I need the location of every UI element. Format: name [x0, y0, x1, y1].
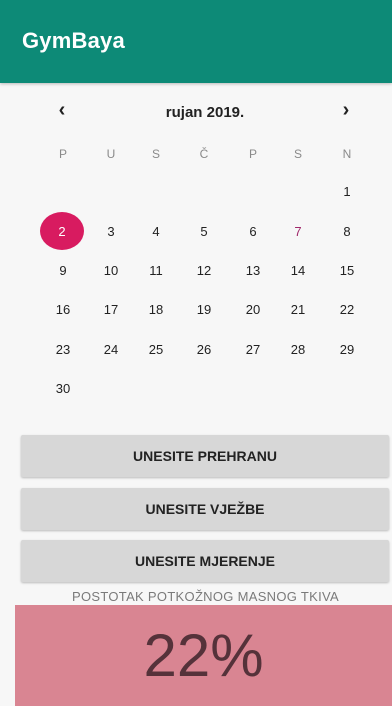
weekday-label: P	[248, 147, 257, 161]
calendar-day[interactable]: 16	[43, 302, 83, 317]
calendar-day[interactable]: 11	[136, 263, 176, 278]
enter-exercise-button[interactable]: UNESITE VJEŽBE	[21, 488, 389, 530]
enter-food-button[interactable]: UNESITE PREHRANU	[21, 435, 389, 477]
body-fat-label: POSTOTAK POTKOŽNOG MASNOG TKIVA	[72, 589, 339, 604]
calendar-day[interactable]: 18	[136, 302, 176, 317]
calendar-day[interactable]: 4	[136, 224, 176, 239]
body-fat-panel: 22%	[15, 605, 392, 706]
calendar-day[interactable]: 1	[327, 184, 367, 199]
calendar-day[interactable]: 13	[233, 263, 273, 278]
calendar-day[interactable]: 21	[278, 302, 318, 317]
calendar-day[interactable]: 28	[278, 342, 318, 357]
body-fat-value: 22%	[143, 622, 264, 689]
calendar-month-label: rujan 2019.	[165, 104, 245, 121]
enter-measurement-button[interactable]: UNESITE MJERENJE	[21, 540, 389, 582]
calendar-day[interactable]: 27	[233, 342, 273, 357]
weekday-label: N	[342, 147, 352, 161]
calendar-day[interactable]: 3	[91, 224, 131, 239]
weekday-label: U	[106, 147, 116, 161]
calendar-day[interactable]: 22	[327, 302, 367, 317]
calendar-day[interactable]: 9	[43, 263, 83, 278]
app-title: GymBaya	[22, 28, 125, 53]
calendar-day[interactable]: 15	[327, 263, 367, 278]
calendar-day[interactable]: 19	[184, 302, 224, 317]
calendar-day[interactable]: 6	[233, 224, 273, 239]
calendar-day[interactable]: 17	[91, 302, 131, 317]
weekday-label: S	[293, 147, 302, 161]
calendar-day[interactable]: 14	[278, 263, 318, 278]
calendar-day[interactable]: 5	[184, 224, 224, 239]
weekday-label: P	[58, 147, 67, 161]
calendar-day[interactable]: 10	[91, 263, 131, 278]
calendar-day[interactable]: 26	[184, 342, 224, 357]
chevron-left-icon[interactable]: ‹	[50, 99, 74, 122]
calendar-day[interactable]: 24	[91, 342, 131, 357]
app-bar: GymBaya	[0, 0, 392, 83]
chevron-right-icon[interactable]: ›	[334, 99, 358, 122]
calendar-day[interactable]: 29	[327, 342, 367, 357]
weekday-label: S	[151, 147, 160, 161]
calendar-day[interactable]: 25	[136, 342, 176, 357]
calendar-day[interactable]: 8	[327, 224, 367, 239]
calendar-day[interactable]: 20	[233, 302, 273, 317]
calendar-day[interactable]: 12	[184, 263, 224, 278]
calendar-day[interactable]: 23	[43, 342, 83, 357]
calendar-day[interactable]: 7	[278, 224, 318, 239]
calendar-day[interactable]: 30	[43, 381, 83, 396]
calendar: ‹ rujan 2019. › P U S Č P S N 1 2 3 4 5 …	[0, 83, 392, 423]
weekday-label: Č	[199, 147, 209, 161]
calendar-day-selected[interactable]: 2	[42, 224, 82, 239]
